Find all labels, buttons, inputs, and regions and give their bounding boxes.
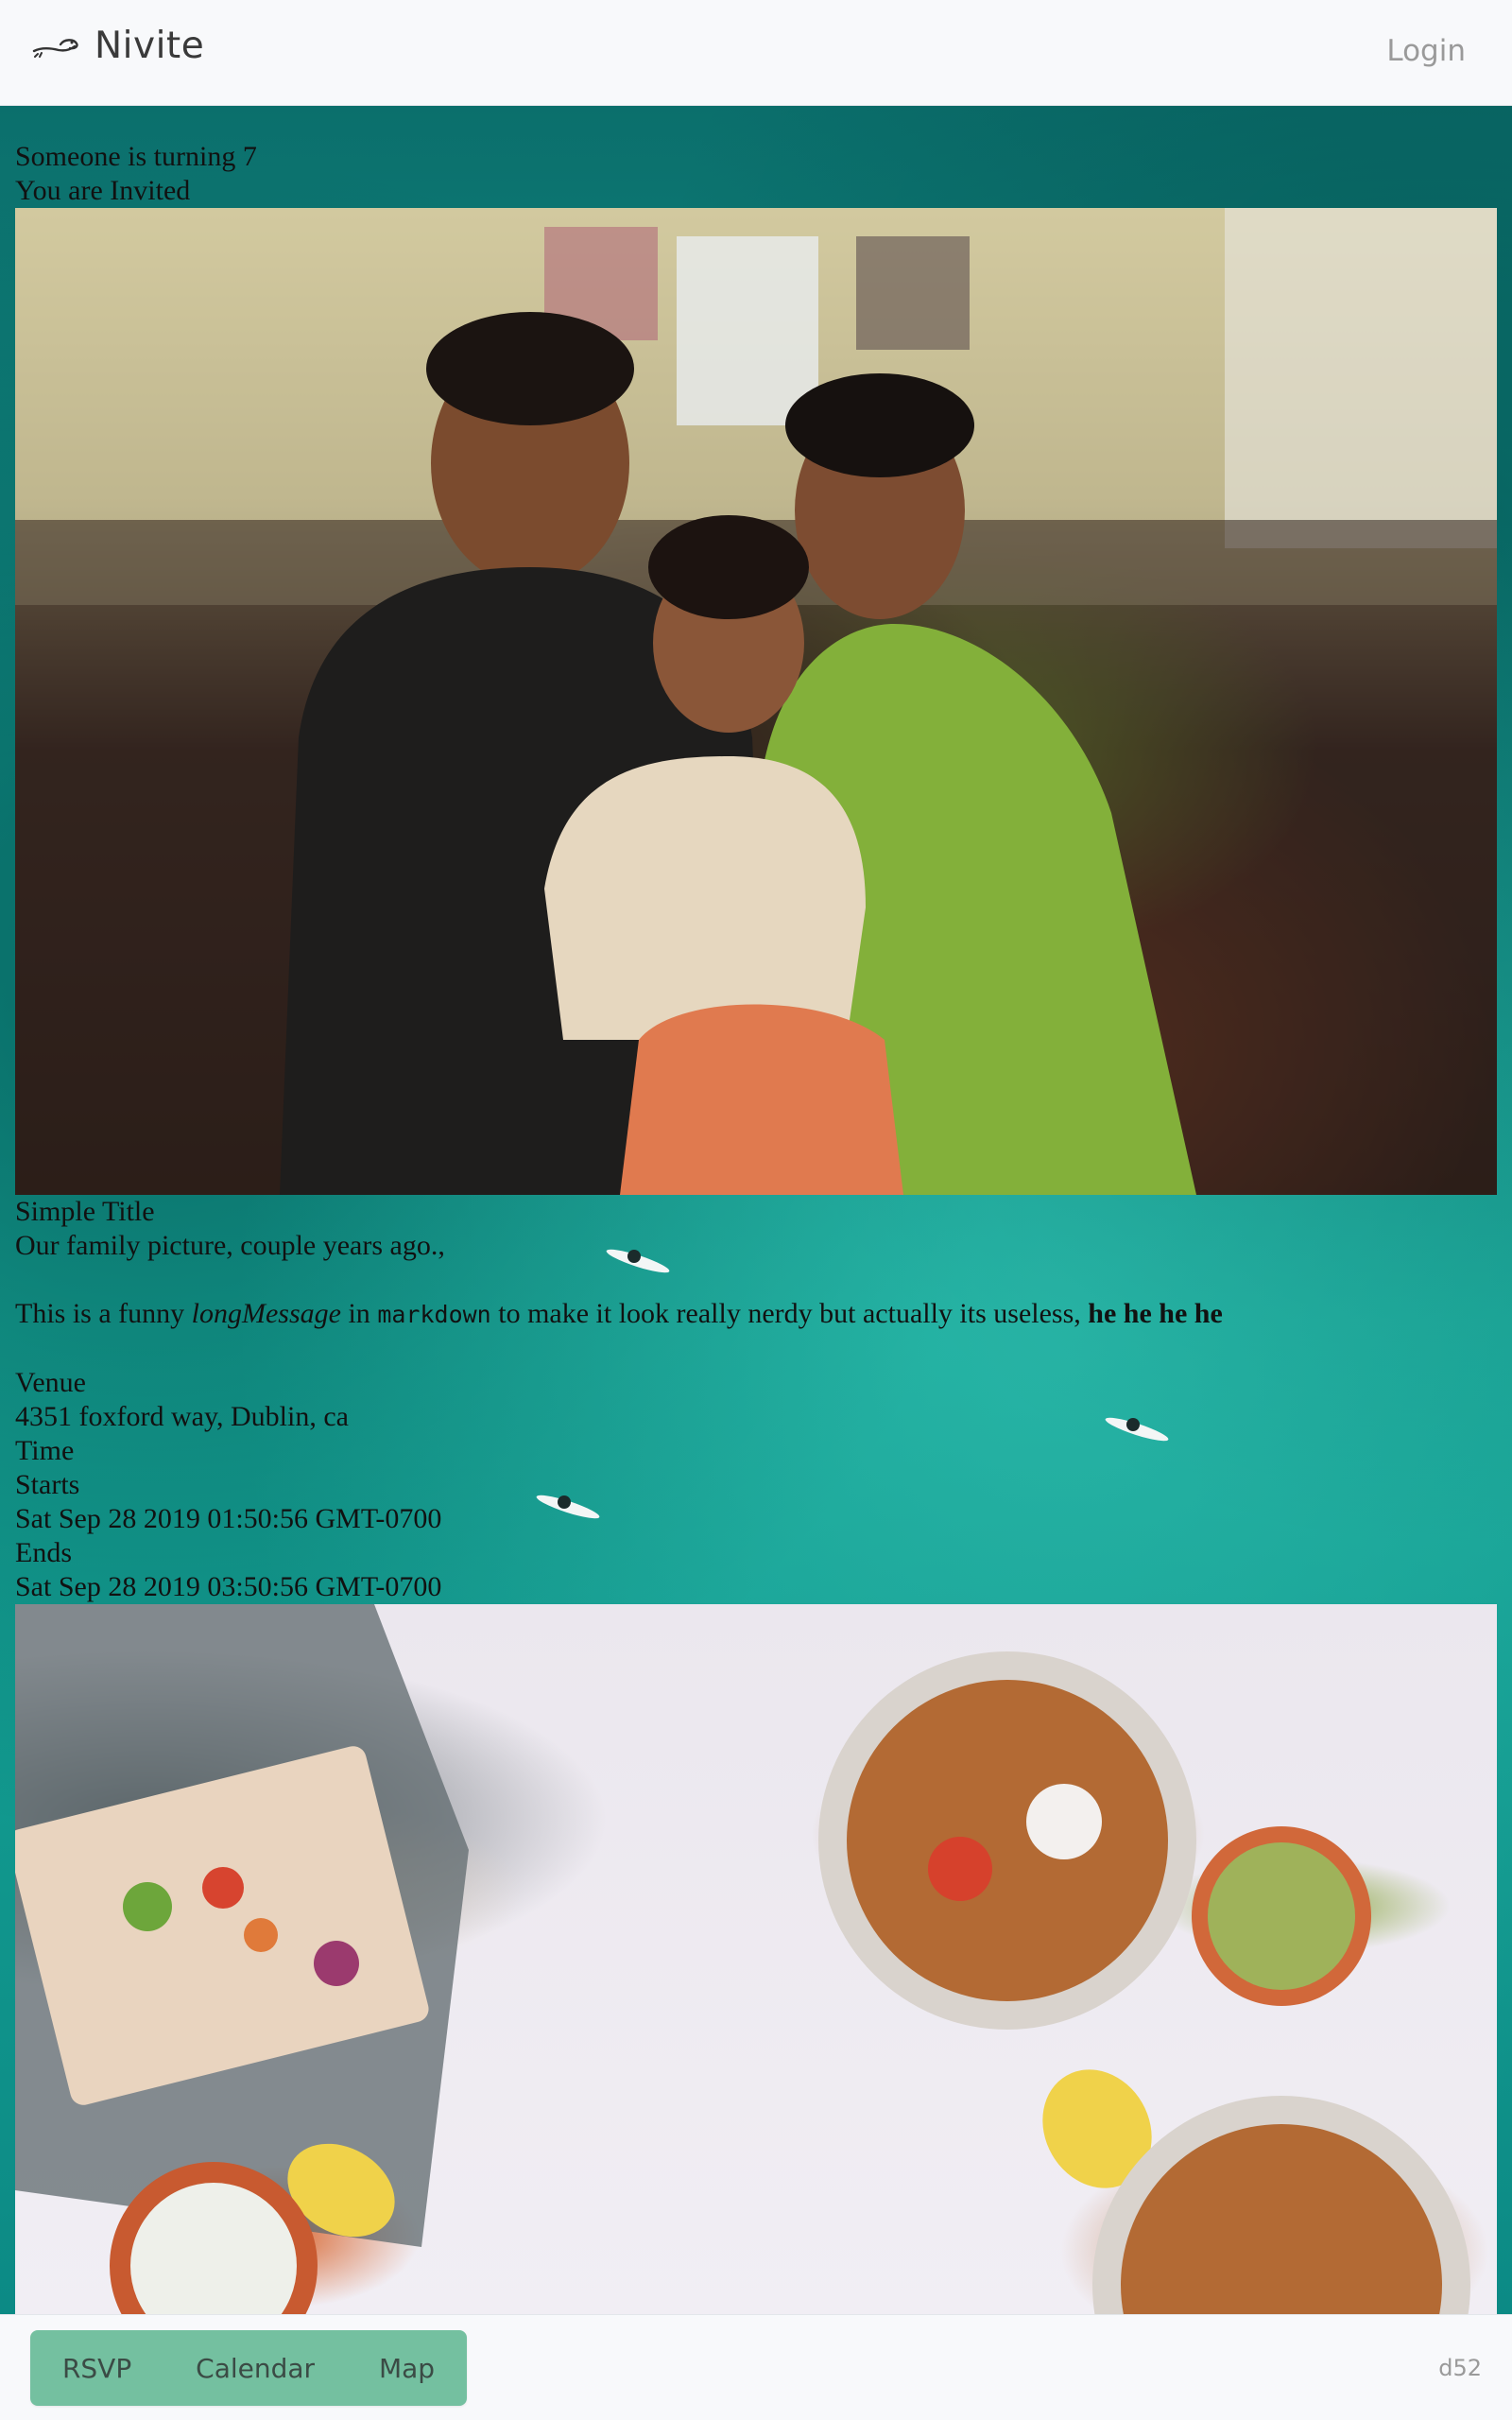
map-button[interactable]: Map: [373, 2353, 440, 2384]
venue-value: 4351 foxford way, Dublin, ca: [15, 1401, 349, 1432]
brand[interactable]: Nivite: [32, 25, 204, 67]
photo-title: Simple Title: [15, 1196, 155, 1227]
venue-label: Venue: [15, 1367, 86, 1398]
turning-text: Someone is turning 7: [15, 141, 257, 172]
calendar-button[interactable]: Calendar: [190, 2353, 320, 2384]
ends-value: Sat Sep 28 2019 03:50:56 GMT-0700: [15, 1571, 442, 1602]
action-button-group: RSVP Calendar Map: [30, 2330, 467, 2406]
long-message-bold: he he he he: [1088, 1298, 1223, 1329]
invited-text: You are Invited: [15, 175, 191, 206]
seal-icon: [32, 35, 79, 58]
starts-label: Starts: [15, 1469, 80, 1500]
long-message-text: in: [340, 1298, 378, 1329]
starts-value: Sat Sep 28 2019 01:50:56 GMT-0700: [15, 1503, 442, 1534]
brand-name: Nivite: [94, 25, 205, 67]
long-message-code: markdown: [377, 1301, 491, 1328]
food-photo: [15, 1604, 1497, 2314]
bottom-action-bar: RSVP Calendar Map d52: [0, 2314, 1512, 2420]
rsvp-button[interactable]: RSVP: [57, 2353, 137, 2384]
invitation-background: Someone is turning 7 You are Invited Sim…: [0, 106, 1512, 2314]
build-id: d52: [1438, 2355, 1482, 2381]
photo-caption: Our family picture, couple years ago.,: [15, 1230, 445, 1261]
long-message: This is a funny longMessage in markdown …: [15, 1297, 1497, 1332]
login-link[interactable]: Login: [1386, 34, 1466, 68]
invitation-content: Someone is turning 7 You are Invited Sim…: [15, 140, 1497, 2314]
ends-label: Ends: [15, 1537, 72, 1568]
top-navbar: Nivite Login: [0, 0, 1512, 106]
long-message-emphasis: longMessage: [191, 1298, 341, 1329]
long-message-text: This is a funny: [15, 1298, 192, 1329]
time-label: Time: [15, 1435, 75, 1466]
long-message-text: to make it look really nerdy but actuall…: [490, 1298, 1089, 1329]
family-photo: [15, 208, 1497, 1195]
